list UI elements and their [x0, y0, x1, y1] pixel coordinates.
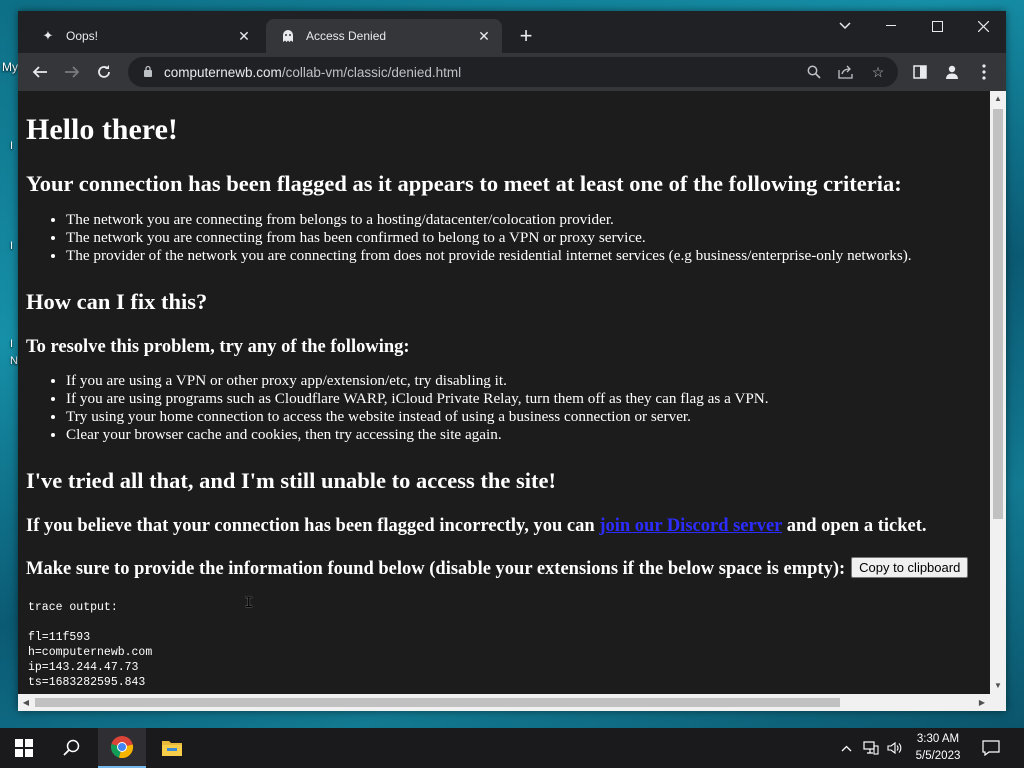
clock-date: 5/5/2023 — [915, 750, 961, 762]
new-tab-button[interactable]: + — [514, 25, 538, 49]
list-item: The network you are connecting from has … — [66, 229, 982, 247]
list-item: If you are using programs such as Cloudf… — [66, 390, 982, 408]
folder-icon — [162, 741, 182, 756]
desktop-fragment: I — [10, 338, 14, 350]
fix-heading: How can I fix this? — [26, 289, 208, 314]
discord-link[interactable]: join our Discord server — [599, 516, 782, 536]
arrow-right-icon — [65, 66, 80, 78]
list-item: The provider of the network you are conn… — [66, 247, 982, 265]
trace-line: fl=11f593 — [28, 631, 91, 645]
copy-to-clipboard-button[interactable]: Copy to clipboard — [851, 557, 969, 579]
flagged-heading: Your connection has been flagged as it a… — [26, 171, 902, 196]
tray-chevron-up-icon[interactable] — [836, 728, 856, 768]
url-host: computernewb.com — [164, 64, 282, 80]
resolve-text: To resolve this problem, try any of the … — [26, 337, 410, 357]
taskbar-chrome[interactable] — [98, 728, 146, 768]
star-icon[interactable]: ☆ — [868, 62, 888, 82]
desktop-fragment: I — [10, 240, 14, 252]
windows-logo-icon — [15, 739, 33, 757]
close-icon — [977, 20, 989, 32]
fixes-list: If you are using a VPN or other proxy ap… — [26, 372, 982, 444]
trace-label: trace output: — [28, 601, 118, 615]
desktop-icon-label[interactable]: My — [2, 60, 18, 74]
kebab-menu-icon[interactable] — [971, 59, 997, 85]
list-item: Try using your home connection to access… — [66, 408, 982, 426]
sparkle-icon: ✦ — [42, 28, 54, 43]
profile-icon[interactable] — [939, 59, 965, 85]
notification-icon[interactable] — [978, 728, 1004, 768]
minimize-icon — [886, 25, 896, 26]
believe-prefix: If you believe that your connection has … — [26, 516, 600, 536]
clock-time: 3:30 AM — [916, 733, 960, 745]
scrollbar-thumb[interactable] — [993, 109, 1003, 519]
trace-line: h=computernewb.com — [28, 646, 153, 660]
side-panel-icon[interactable] — [907, 59, 933, 85]
page-title: Hello there! — [26, 113, 178, 146]
desktop-fragment: N — [10, 355, 18, 367]
browser-toolbar: computernewb.com/collab-vm/classic/denie… — [18, 53, 1006, 91]
tab-oops[interactable]: ✦ Oops! ✕ — [26, 19, 262, 53]
ghost-icon — [280, 28, 296, 44]
reload-icon — [98, 65, 110, 78]
back-button[interactable] — [27, 59, 53, 85]
believe-suffix: and open a ticket. — [782, 516, 927, 536]
taskbar-file-explorer[interactable] — [148, 728, 196, 768]
vertical-scrollbar[interactable]: ▲ ▼ — [990, 91, 1006, 694]
share-icon[interactable] — [836, 62, 856, 82]
search-icon[interactable] — [804, 62, 824, 82]
chevron-down-icon — [839, 22, 851, 30]
forward-button[interactable] — [59, 59, 85, 85]
trace-line: ip=143.244.47.73 — [28, 661, 139, 675]
window-close-button[interactable] — [960, 11, 1006, 41]
url-text[interactable]: computernewb.com/collab-vm/classic/denie… — [164, 65, 461, 80]
tab-title: Access Denied — [306, 29, 387, 43]
tab-strip: ✦ Oops! ✕ Access Denied ✕ + — [18, 11, 1006, 53]
scrollbar-thumb[interactable] — [35, 698, 840, 707]
tab-search-button[interactable] — [822, 11, 868, 41]
list-item: If you are using a VPN or other proxy ap… — [66, 372, 982, 390]
scroll-up-icon[interactable]: ▲ — [990, 91, 1006, 107]
trace-output: trace output: fl=11f593 h=computernewb.c… — [28, 600, 982, 690]
address-bar[interactable]: computernewb.com/collab-vm/classic/denie… — [128, 57, 898, 87]
taskbar-search-button[interactable] — [48, 728, 96, 768]
minimize-button[interactable] — [868, 11, 914, 41]
text-cursor-icon: I — [244, 594, 254, 612]
tried-heading: I've tried all that, and I'm still unabl… — [26, 468, 556, 493]
network-icon[interactable] — [860, 728, 882, 768]
browser-window: ✦ Oops! ✕ Access Denied ✕ + computernewb… — [18, 11, 1006, 711]
close-icon[interactable]: ✕ — [476, 28, 492, 44]
provide-text: Make sure to provide the information fou… — [26, 557, 982, 580]
url-path: /collab-vm/classic/denied.html — [281, 64, 462, 80]
desktop-fragment: I — [10, 140, 14, 152]
taskbar-clock[interactable]: 3:30 AM 5/5/2023 — [906, 731, 970, 765]
horizontal-scrollbar[interactable]: ◀ ▶ — [18, 694, 1006, 711]
reload-button[interactable] — [91, 59, 117, 85]
lock-icon[interactable] — [140, 65, 156, 80]
trace-line: ts=1683282595.843 — [28, 676, 146, 690]
volume-icon[interactable] — [884, 728, 906, 768]
believe-text: If you believe that your connection has … — [26, 516, 982, 537]
list-item: Clear your browser cache and cookies, th… — [66, 426, 982, 444]
page-content: Hello there! Your connection has been fl… — [18, 113, 990, 690]
scroll-right-icon[interactable]: ▶ — [974, 694, 990, 711]
list-item: The network you are connecting from belo… — [66, 211, 982, 229]
scroll-left-icon[interactable]: ◀ — [18, 694, 34, 711]
scroll-down-icon[interactable]: ▼ — [990, 678, 1006, 694]
start-button[interactable] — [0, 728, 48, 768]
provide-label: Make sure to provide the information fou… — [26, 559, 846, 579]
page-viewport: Hello there! Your connection has been fl… — [18, 91, 990, 694]
arrow-left-icon — [32, 66, 47, 78]
maximize-icon — [931, 20, 943, 32]
close-icon[interactable]: ✕ — [236, 28, 252, 44]
criteria-list: The network you are connecting from belo… — [26, 211, 982, 265]
tab-access-denied[interactable]: Access Denied ✕ — [266, 19, 502, 53]
search-icon — [63, 739, 80, 756]
maximize-button[interactable] — [914, 11, 960, 41]
taskbar: 3:30 AM 5/5/2023 — [0, 728, 1024, 768]
chrome-icon — [111, 736, 134, 759]
tab-title: Oops! — [66, 29, 99, 43]
